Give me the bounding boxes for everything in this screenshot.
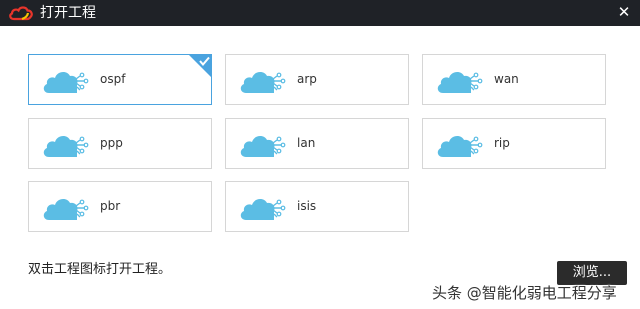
project-label: pbr — [100, 199, 121, 213]
project-card-wan[interactable]: wan — [422, 54, 606, 105]
cloud-network-icon — [437, 136, 483, 157]
project-card-lan[interactable]: lan — [225, 118, 409, 169]
browse-button[interactable]: 浏览... — [557, 261, 627, 285]
project-card-rip[interactable]: rip — [422, 118, 606, 169]
project-label: rip — [494, 136, 510, 150]
project-label: ospf — [100, 72, 126, 86]
project-label: wan — [494, 72, 519, 86]
project-card-arp[interactable]: arp — [225, 54, 409, 105]
close-icon[interactable]: ✕ — [614, 2, 634, 22]
project-label: arp — [297, 72, 317, 86]
project-label: lan — [297, 136, 316, 150]
cloud-network-icon — [240, 72, 286, 93]
cloud-network-icon — [43, 136, 89, 157]
cloud-network-icon — [240, 136, 286, 157]
project-card-ospf[interactable]: ospf — [28, 54, 212, 105]
project-card-ppp[interactable]: ppp — [28, 118, 212, 169]
cloud-network-icon — [43, 199, 89, 220]
project-card-isis[interactable]: isis — [225, 181, 409, 232]
window-title: 打开工程 — [40, 5, 96, 21]
project-card-pbr[interactable]: pbr — [28, 181, 212, 232]
title-bar: 打开工程 ✕ — [0, 0, 640, 26]
cloud-logo-icon — [9, 6, 33, 21]
checkmark-icon — [188, 54, 212, 78]
hint-text: 双击工程图标打开工程。 — [28, 262, 172, 277]
cloud-network-icon — [240, 199, 286, 220]
cloud-network-icon — [437, 72, 483, 93]
project-label: isis — [297, 199, 317, 213]
project-label: ppp — [100, 136, 123, 150]
cloud-network-icon — [43, 72, 89, 93]
watermark-text: 头条 @智能化弱电工程分享 — [432, 284, 617, 302]
